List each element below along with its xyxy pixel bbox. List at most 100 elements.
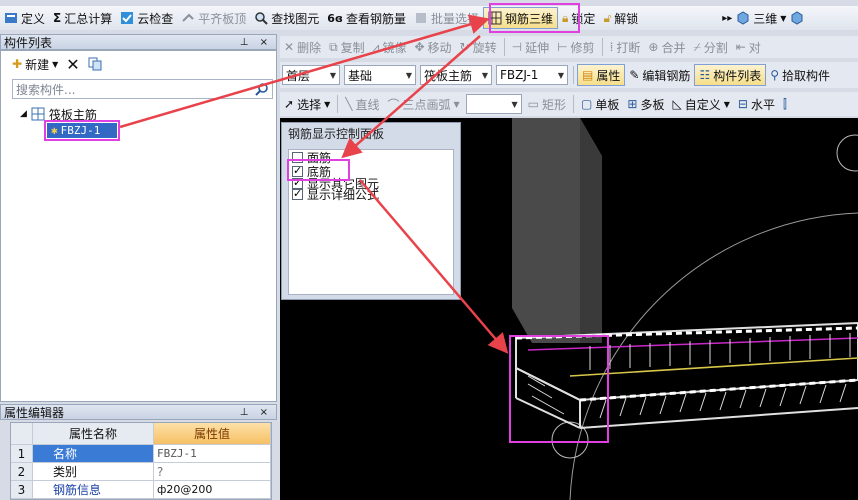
separator (601, 38, 603, 56)
chevron-down-icon: ▼ (329, 70, 336, 80)
property-value-rebar[interactable]: ф20@200 (154, 481, 271, 499)
properties-button[interactable]: ▤ 属性 (577, 64, 626, 86)
draw-mode-select[interactable]: ▼ (465, 94, 522, 114)
line-icon: ╲ (345, 97, 353, 111)
chevron-down-icon: ▼ (723, 99, 730, 109)
define-button[interactable]: 定义 (0, 7, 49, 29)
copy-icon[interactable] (88, 57, 102, 71)
slab-group-icon (31, 107, 45, 121)
search-input[interactable]: 搜索构件... (16, 81, 75, 98)
copy-button[interactable]: ⧉ 复制 (325, 36, 369, 58)
horizontal-button[interactable]: ⊟ 水平 (734, 93, 779, 115)
rotate-icon: ↻ (459, 40, 470, 54)
unlock-icon: 🔓︎ (603, 10, 612, 25)
control-panel-title: 钢筋显示控制面板 (288, 127, 385, 141)
flat-slab-top-label: 平齐板顶 (198, 11, 247, 26)
panel-pin-close-2[interactable]: ⊥ × (240, 407, 276, 418)
property-header-index (11, 423, 33, 445)
merge-button[interactable]: ⊕ 合并 (644, 36, 689, 58)
horizontal-icon: ⊟ (737, 97, 748, 111)
flat-slab-top-button[interactable]: 平齐板顶 (177, 7, 250, 29)
arc-icon: ⌒ (387, 97, 400, 112)
unlock-label: 解锁 (614, 11, 639, 26)
align-icon: ⇤ (735, 40, 746, 54)
table-row[interactable]: 钢筋信息 (33, 481, 154, 499)
view-rebar-qty-button[interactable]: 6ɞ 查看钢筋量 (323, 7, 410, 29)
unlock-button[interactable]: 🔓︎ 解锁 (599, 7, 642, 29)
slab-icon (181, 11, 195, 25)
tree-item-fbzj-1[interactable]: ✱ FBZJ-1 (44, 120, 120, 141)
element-select[interactable]: FBZJ-1 ▼ (496, 65, 568, 85)
chevron-down-icon: ▼ (405, 70, 412, 80)
table-row-index: 3 (11, 481, 33, 499)
tree-item-label: FBZJ-1 (60, 124, 101, 137)
search-icon[interactable] (255, 82, 269, 96)
summary-calc-button[interactable]: Σ 汇总计算 (49, 7, 116, 29)
rect-icon: ▭ (527, 97, 540, 111)
split-button[interactable]: ⌿ 分割 (689, 36, 731, 58)
multi-slab-button[interactable]: ⊞ 多板 (623, 93, 668, 115)
single-slab-button[interactable]: ▢ 单板 (577, 93, 623, 115)
table-row[interactable]: 类别 (33, 463, 154, 481)
cube-icon (736, 11, 750, 25)
trim-button[interactable]: ⊢ 修剪 (553, 36, 598, 58)
custom-icon: ◺ (672, 97, 682, 111)
pick-element-button[interactable]: ⚲ 拾取构件 (766, 64, 834, 86)
draw-toolbar: ➚ 选择 ▼ ╲ 直线 ⌒ 三点画弧 ▼ ▼ ▭ 矩形 ▢ 单板 ⊞ 多板 ◺ 自定义 ▼ ⊟ 水平 … (280, 92, 858, 116)
type-select[interactable]: 筏板主筋 ▼ (420, 65, 492, 85)
custom-button[interactable]: ◺ 自定义 ▼ (668, 93, 733, 115)
rect-button[interactable]: ▭ 矩形 (524, 93, 570, 115)
new-element-button[interactable]: ✚ 新建 ▼ (12, 53, 58, 75)
floor-select[interactable]: 首层 ▼ (282, 65, 340, 85)
highlight-rebar-3d (489, 3, 580, 33)
three-point-arc-button[interactable]: ⌒ 三点画弧 ▼ (383, 93, 463, 115)
edit-rebar-button[interactable]: ✎ 编辑钢筋 (625, 64, 694, 86)
delete-icon[interactable]: ✕ (66, 55, 79, 74)
toolbar-overflow-icon[interactable]: ▸▸ (722, 13, 732, 24)
cube-icon-2[interactable] (790, 11, 804, 25)
move-button[interactable]: ✥ 移动 (410, 36, 455, 58)
property-editor-title: 属性编辑器 (4, 405, 65, 420)
delete-button[interactable]: ✕ 删除 (280, 36, 325, 58)
align-button[interactable]: ⇤ 对 (732, 36, 765, 58)
attribute-toolbar: 首层 ▼ 基础 ▼ 筏板主筋 ▼ FBZJ-1 ▼ ▤ 属性 ✎ 编辑钢筋 ☷ 构件列表 ⚲ 拾… (280, 62, 858, 88)
search-box[interactable]: 搜索构件... (12, 79, 273, 99)
table-row[interactable]: 名称 (33, 445, 154, 463)
chevron-down-icon: ▼ (511, 99, 518, 109)
properties-icon: ▤ (582, 68, 594, 82)
straight-line-button[interactable]: ╲ 直线 (341, 93, 383, 115)
checkbox-show-formula[interactable] (292, 187, 303, 200)
view-3d-label: 三维 (753, 11, 778, 26)
property-value-category[interactable]: ? (154, 463, 271, 481)
view-3d-dropdown[interactable]: 三维 ▼ (732, 7, 790, 29)
chevron-down-icon: ▼ (481, 70, 488, 80)
property-editor-header: 属性编辑器 ⊥ × (0, 404, 277, 420)
mirror-button[interactable]: ⩘ 镜像 (369, 36, 411, 58)
find-element-button[interactable]: 查找图元 (250, 7, 323, 29)
option-show-formula[interactable]: 显示详细公式 (292, 187, 379, 202)
property-value-name[interactable]: FBZJ-1 (154, 445, 271, 463)
batch-select-button[interactable]: 批量选择 (410, 7, 483, 29)
gold-line (569, 357, 858, 377)
chevron-down-icon: ▼ (780, 13, 787, 23)
rotate-button[interactable]: ↻ 旋转 (456, 36, 501, 58)
define-label: 定义 (21, 11, 46, 26)
vertical-icon: ⫿ (782, 96, 787, 111)
vertical-button[interactable]: ⫿ (779, 93, 791, 115)
table-row-index: 1 (11, 445, 33, 463)
search-icon (254, 11, 268, 25)
merge-icon: ⊕ (648, 40, 659, 54)
element-list-title: 构件列表 (4, 35, 53, 50)
element-list-toolbar: ✚ 新建 ▼ ✕ (12, 54, 102, 74)
extend-button[interactable]: ⊣ 延伸 (508, 36, 553, 58)
element-list-button[interactable]: ☷ 构件列表 (694, 64, 767, 86)
select-button[interactable]: ➚ 选择 ▼ (280, 93, 334, 115)
edit-toolbar: ✕ 删除 ⧉ 复制 ⩘ 镜像 ✥ 移动 ↻ 旋转 ⊣ 延伸 ⊢ 修剪 ⁞ 打断 ⊕ 合并 ⌿ 分割 … (280, 36, 858, 58)
break-button[interactable]: ⁞ 打断 (606, 36, 645, 58)
find-element-label: 查找图元 (271, 11, 320, 26)
panel-pin-close[interactable]: ⊥ × (240, 37, 276, 48)
cloud-check-button[interactable]: 云检查 (116, 7, 177, 29)
collapse-icon[interactable]: ◢ (20, 109, 27, 119)
chevron-down-icon: ▼ (557, 70, 564, 80)
category-select[interactable]: 基础 ▼ (344, 65, 416, 85)
